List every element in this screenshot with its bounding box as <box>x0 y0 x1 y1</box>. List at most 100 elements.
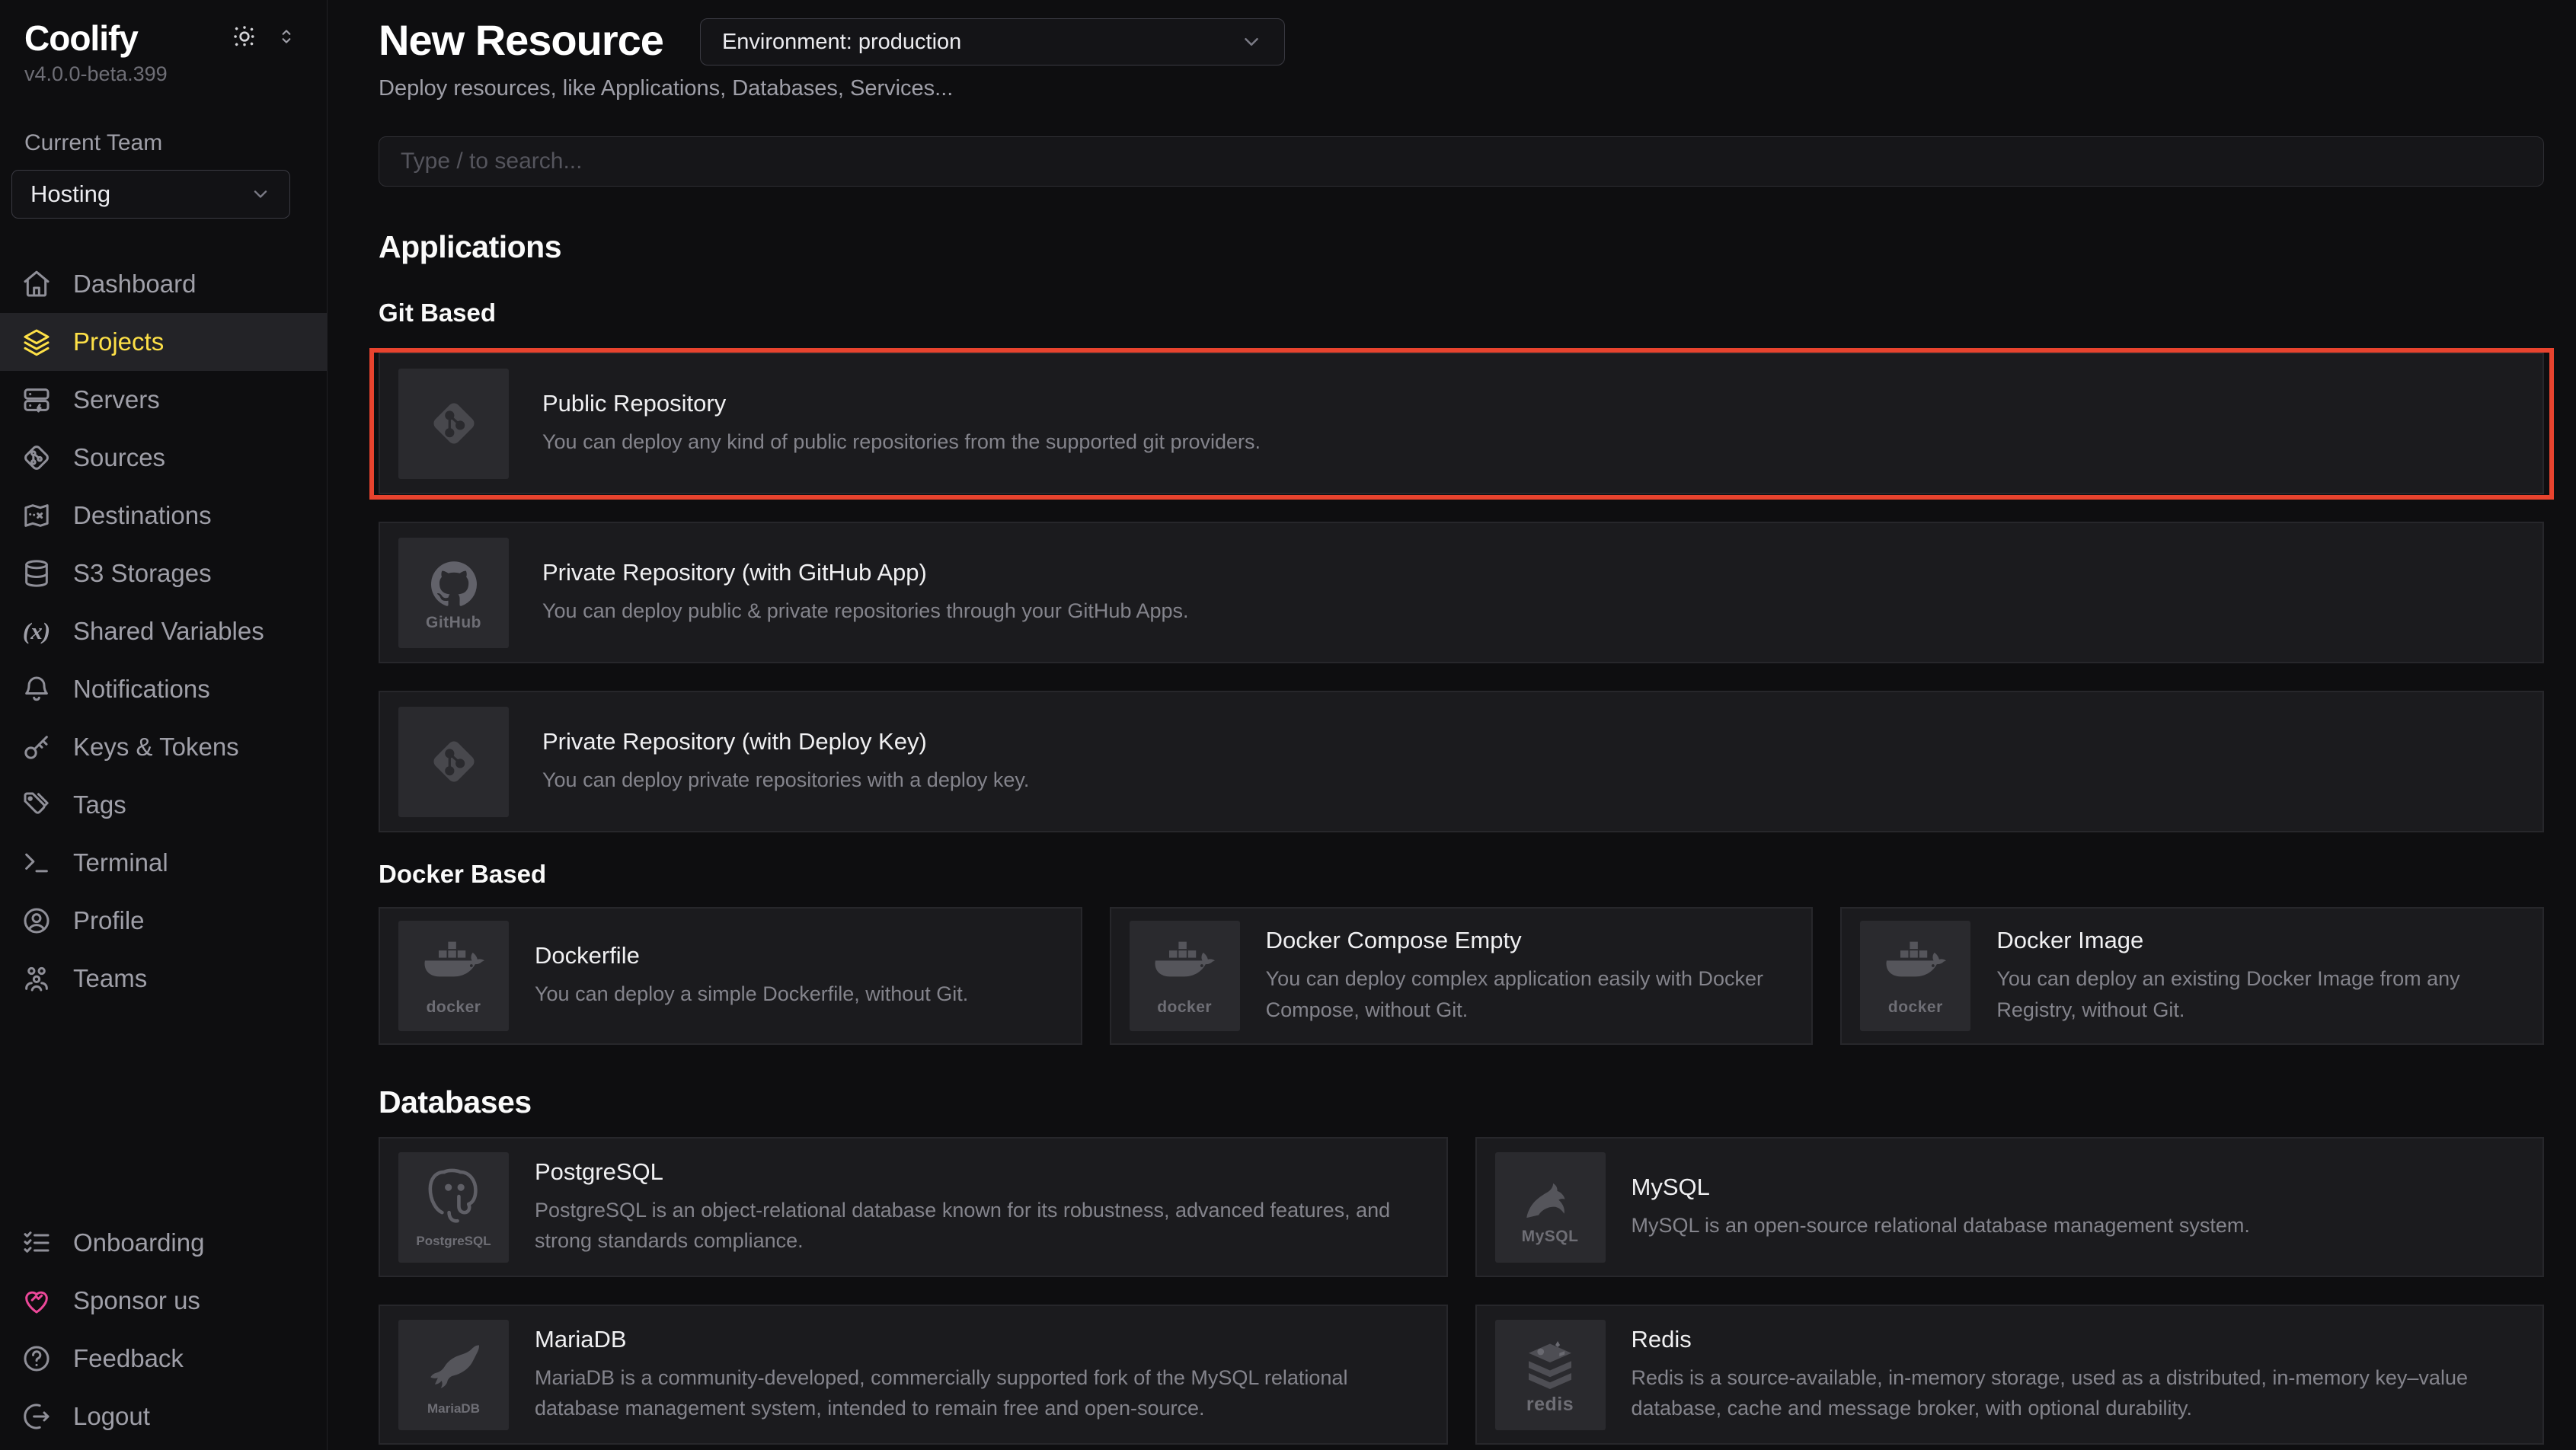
card-docker-compose-empty[interactable]: docker Docker Compose Empty You can depl… <box>1110 907 1814 1045</box>
home-icon <box>21 269 52 299</box>
chevron-down-icon <box>1240 30 1263 53</box>
logout-icon <box>21 1401 52 1432</box>
sidebar-item-notifications[interactable]: Notifications <box>0 660 327 718</box>
docker-based-heading: Docker Based <box>379 860 2544 889</box>
sidebar-item-terminal[interactable]: Terminal <box>0 834 327 892</box>
card-title: MariaDB <box>535 1326 1428 1353</box>
github-logo-icon: GitHub <box>398 538 509 648</box>
card-title: PostgreSQL <box>535 1158 1428 1186</box>
card-dockerfile[interactable]: docker Dockerfile You can deploy a simpl… <box>379 907 1082 1045</box>
redis-logo-icon: redis <box>1495 1320 1606 1430</box>
sidebar-item-label: Tags <box>73 790 126 819</box>
sidebar-item-label: Terminal <box>73 848 168 877</box>
sidebar-item-label: Notifications <box>73 675 210 704</box>
sidebar-item-profile[interactable]: Profile <box>0 892 327 950</box>
sidebar-item-servers[interactable]: Servers <box>0 371 327 429</box>
database-icon <box>21 558 52 589</box>
card-description: MySQL is an open-source relational datab… <box>1632 1210 2250 1241</box>
sidebar: Coolify v4.0.0-beta.399 Current Team Hos… <box>0 0 328 1450</box>
card-mariadb[interactable]: MariaDB MariaDB MariaDB is a community-d… <box>379 1305 1448 1445</box>
sidebar-item-label: S3 Storages <box>73 559 212 588</box>
sidebar-item-sources[interactable]: Sources <box>0 429 327 487</box>
card-redis[interactable]: redis Redis Redis is a source-available,… <box>1475 1305 2545 1445</box>
sidebar-item-tags[interactable]: Tags <box>0 776 327 834</box>
users-icon <box>21 963 52 994</box>
checklist-icon <box>21 1228 52 1258</box>
docker-logo-icon: docker <box>398 921 509 1031</box>
card-description: You can deploy a simple Dockerfile, with… <box>535 979 968 1010</box>
card-private-repository-deploy-key[interactable]: Private Repository (with Deploy Key) You… <box>379 691 2544 832</box>
main-content: New Resource Environment: production Dep… <box>328 0 2576 1450</box>
applications-heading: Applications <box>379 229 2544 265</box>
sidebar-item-label: Servers <box>73 385 160 414</box>
sidebar-item-label: Profile <box>73 906 145 935</box>
card-docker-image[interactable]: docker Docker Image You can deploy an ex… <box>1840 907 2544 1045</box>
card-title: Docker Image <box>1996 927 2524 954</box>
sidebar-item-teams[interactable]: Teams <box>0 950 327 1008</box>
sidebar-item-dashboard[interactable]: Dashboard <box>0 255 327 313</box>
variable-icon: (x) <box>21 618 52 645</box>
sidebar-item-label: Projects <box>73 327 164 356</box>
docker-logo-icon: docker <box>1860 921 1970 1031</box>
card-title: Dockerfile <box>535 942 968 969</box>
sidebar-item-label: Sources <box>73 443 165 472</box>
map-icon <box>21 500 52 531</box>
sidebar-item-feedback[interactable]: Feedback <box>0 1330 327 1388</box>
sidebar-item-label: Teams <box>73 964 147 993</box>
chevron-down-icon <box>250 184 271 205</box>
sidebar-item-onboarding[interactable]: Onboarding <box>0 1214 327 1272</box>
user-circle-icon <box>21 905 52 936</box>
card-public-repository[interactable]: Public Repository You can deploy any kin… <box>379 353 2544 494</box>
sidebar-item-keys-tokens[interactable]: Keys & Tokens <box>0 718 327 776</box>
card-description: You can deploy complex application easil… <box>1266 963 1794 1025</box>
card-title: Docker Compose Empty <box>1266 927 1794 954</box>
environment-select-value: Environment: production <box>722 30 961 55</box>
terminal-icon <box>21 848 52 878</box>
help-circle-icon <box>21 1343 52 1374</box>
card-mysql[interactable]: MySQL MySQL MySQL is an open-source rela… <box>1475 1137 2545 1277</box>
docker-logo-text: docker <box>427 998 481 1017</box>
sidebar-item-logout[interactable]: Logout <box>0 1388 327 1445</box>
server-icon <box>21 385 52 415</box>
sidebar-item-label: Sponsor us <box>73 1286 200 1315</box>
sidebar-item-destinations[interactable]: Destinations <box>0 487 327 545</box>
mariadb-logo-icon: MariaDB <box>398 1320 509 1430</box>
card-description: You can deploy private repositories with… <box>542 765 1029 796</box>
chevrons-up-down-icon[interactable] <box>276 27 296 46</box>
mysql-logo-text: MySQL <box>1522 1228 1579 1246</box>
theme-toggle-sun-icon[interactable] <box>232 24 257 49</box>
heart-hands-icon <box>21 1286 52 1316</box>
card-description: MariaDB is a community-developed, commer… <box>535 1362 1428 1424</box>
card-description: PostgreSQL is an object-relational datab… <box>535 1195 1428 1257</box>
docker-logo-icon: docker <box>1130 921 1240 1031</box>
card-description: You can deploy any kind of public reposi… <box>542 426 1261 458</box>
card-title: MySQL <box>1632 1174 2250 1201</box>
git-based-heading: Git Based <box>379 299 2544 327</box>
sidebar-item-sponsor-us[interactable]: Sponsor us <box>0 1272 327 1330</box>
footer-nav: Onboarding Sponsor us Feedback Logout <box>0 1214 327 1450</box>
team-select[interactable]: Hosting <box>11 170 290 219</box>
sidebar-item-s3-storages[interactable]: S3 Storages <box>0 545 327 602</box>
card-postgresql[interactable]: PostgreSQL PostgreSQL PostgreSQL is an o… <box>379 1137 1448 1277</box>
card-private-repository-github-app[interactable]: GitHub Private Repository (with GitHub A… <box>379 522 2544 663</box>
version-label: v4.0.0-beta.399 <box>24 62 327 86</box>
page-subtitle: Deploy resources, like Applications, Dat… <box>379 76 2544 101</box>
mysql-logo-icon: MySQL <box>1495 1152 1606 1263</box>
docker-logo-text: docker <box>1888 998 1943 1017</box>
key-icon <box>21 732 52 762</box>
environment-select[interactable]: Environment: production <box>700 18 1285 65</box>
sidebar-item-projects[interactable]: Projects <box>0 313 327 371</box>
sidebar-item-label: Destinations <box>73 501 212 530</box>
sidebar-item-label: Dashboard <box>73 270 196 299</box>
sidebar-item-shared-variables[interactable]: (x) Shared Variables <box>0 602 327 660</box>
github-logo-text: GitHub <box>426 614 481 632</box>
card-description: You can deploy public & private reposito… <box>542 596 1189 627</box>
team-select-value: Hosting <box>30 180 110 208</box>
sidebar-item-label: Keys & Tokens <box>73 733 239 762</box>
card-description: Redis is a source-available, in-memory s… <box>1632 1362 2525 1424</box>
card-title: Redis <box>1632 1326 2525 1353</box>
search-input[interactable] <box>379 136 2544 187</box>
git-logo-icon <box>398 369 509 479</box>
current-team-label: Current Team <box>24 130 327 156</box>
redis-logo-text: redis <box>1526 1395 1574 1413</box>
